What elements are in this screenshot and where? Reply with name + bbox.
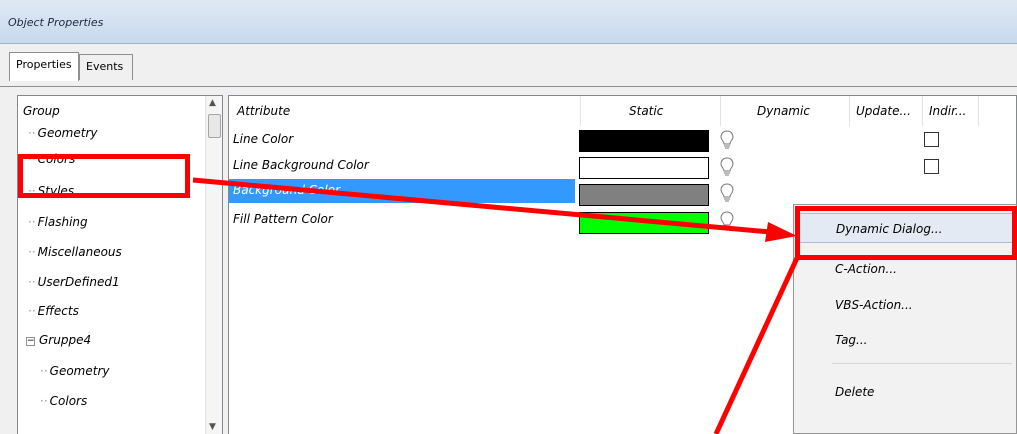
arrow-head-icon: [765, 222, 797, 242]
tab-properties[interactable]: Properties: [9, 52, 79, 81]
arrow-line: [192, 177, 771, 235]
arrow-line-down: [713, 256, 800, 434]
annotation-arrows: [192, 177, 800, 434]
